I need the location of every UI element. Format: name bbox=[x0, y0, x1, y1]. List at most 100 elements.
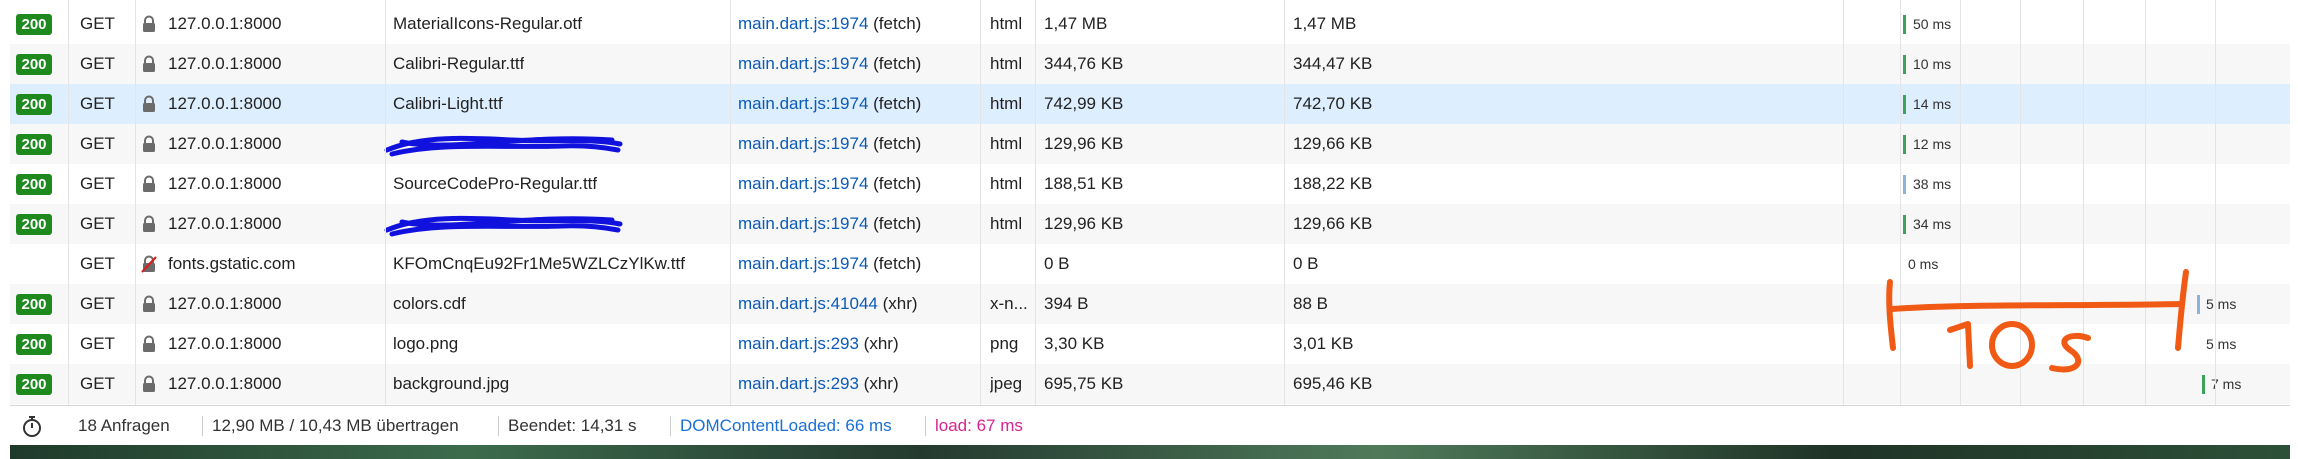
status-separator bbox=[670, 416, 671, 436]
resource-size: 129,66 KB bbox=[1293, 134, 1373, 153]
initiator-link[interactable]: main.dart.js:1974 bbox=[738, 174, 868, 193]
domain: 127.0.0.1:8000 bbox=[168, 94, 282, 113]
initiator: main.dart.js:41044 (xhr) bbox=[738, 284, 918, 324]
file-name[interactable]: Calibri-Light.ttf bbox=[393, 84, 503, 124]
transferred-size: 394 B bbox=[1044, 294, 1089, 313]
method: GET bbox=[80, 134, 115, 153]
lock-icon bbox=[140, 15, 158, 33]
request-row[interactable]: 200 GET 127.0.0.1:8000 MaterialIcons-Regula… bbox=[10, 4, 2290, 44]
timing-label: 5 ms bbox=[2206, 336, 2237, 352]
status-code-badge: 200 bbox=[16, 334, 52, 355]
method: GET bbox=[80, 254, 115, 273]
column-divider bbox=[68, 0, 69, 405]
initiator-kind: (fetch) bbox=[868, 134, 922, 153]
background-page-strip bbox=[10, 445, 2290, 459]
content-type: html bbox=[990, 94, 1023, 113]
request-row[interactable]: 200 GET 127.0.0.1:8000 background.jpg main.d… bbox=[10, 364, 2290, 404]
method: GET bbox=[80, 54, 115, 73]
waterfall-bar bbox=[2197, 295, 2200, 314]
stopwatch-icon[interactable] bbox=[20, 414, 44, 438]
waterfall-bar bbox=[1903, 215, 1906, 234]
resource-size: 344,47 KB bbox=[1293, 54, 1373, 73]
request-row[interactable]: 200 GET 127.0.0.1:8000 Calibri-Regular.ttf m… bbox=[10, 44, 2290, 84]
file-name[interactable]: SourceCodePro-Regular.ttf bbox=[393, 164, 597, 204]
domain: 127.0.0.1:8000 bbox=[168, 374, 282, 393]
resource-size: 1,47 MB bbox=[1293, 14, 1357, 33]
initiator-link[interactable]: main.dart.js:293 bbox=[738, 334, 859, 353]
initiator-kind: (fetch) bbox=[868, 94, 922, 113]
transferred-size: 0 B bbox=[1044, 254, 1070, 273]
request-row[interactable]: 200 GET 127.0.0.1:8000 main.dart.js:1974 (f… bbox=[10, 204, 2290, 244]
timing-label: 12 ms bbox=[1913, 136, 1952, 152]
timing-label: 50 ms bbox=[1913, 16, 1952, 32]
transferred-size: 129,96 KB bbox=[1044, 134, 1124, 153]
initiator: main.dart.js:1974 (fetch) bbox=[738, 4, 921, 44]
column-divider bbox=[1284, 0, 1285, 405]
file-name[interactable]: background.jpg bbox=[393, 364, 509, 404]
request-row[interactable]: 200 GET 127.0.0.1:8000 main.dart.js:1974 (f… bbox=[10, 124, 2290, 164]
domain: 127.0.0.1:8000 bbox=[168, 294, 282, 313]
resource-size: 742,70 KB bbox=[1293, 94, 1373, 113]
initiator: main.dart.js:1974 (fetch) bbox=[738, 204, 921, 244]
lock-icon bbox=[140, 375, 158, 393]
initiator-link[interactable]: main.dart.js:1974 bbox=[738, 94, 868, 113]
waterfall-bar bbox=[1903, 55, 1906, 74]
file-name[interactable]: Calibri-Regular.ttf bbox=[393, 44, 524, 84]
file-name[interactable]: KFOmCnqEu92Fr1Me5WZLCzYlKw.ttf bbox=[393, 244, 685, 284]
method: GET bbox=[80, 374, 115, 393]
initiator-link[interactable]: main.dart.js:1974 bbox=[738, 254, 868, 273]
initiator: main.dart.js:1974 (fetch) bbox=[738, 244, 921, 284]
network-status-bar: 18 Anfragen 12,90 MB / 10,43 MB übertrag… bbox=[10, 405, 2290, 446]
resource-size: 0 B bbox=[1293, 254, 1319, 273]
timing-label: 38 ms bbox=[1913, 176, 1952, 192]
waterfall-bar bbox=[1903, 15, 1906, 34]
initiator-link[interactable]: main.dart.js:1974 bbox=[738, 14, 868, 33]
initiator-kind: (xhr) bbox=[858, 334, 899, 353]
initiator-link[interactable]: main.dart.js:41044 bbox=[738, 294, 878, 313]
initiator-link[interactable]: main.dart.js:1974 bbox=[738, 214, 868, 233]
request-row[interactable]: 200 GET 127.0.0.1:8000 Calibri-Light.ttf mai… bbox=[10, 84, 2290, 124]
initiator-kind: (fetch) bbox=[868, 174, 922, 193]
content-type: x-n... bbox=[990, 294, 1028, 313]
request-count: 18 Anfragen bbox=[78, 416, 170, 435]
column-divider bbox=[2145, 0, 2146, 405]
resource-size: 88 B bbox=[1293, 294, 1328, 313]
domain: 127.0.0.1:8000 bbox=[168, 174, 282, 193]
status-separator bbox=[498, 416, 499, 436]
request-row[interactable]: GET fonts.gstatic.com KFOmCnqEu92Fr1Me5WZL… bbox=[10, 244, 2290, 284]
status-code-badge: 200 bbox=[16, 374, 52, 395]
request-row[interactable]: 200 GET 127.0.0.1:8000 SourceCodePro-Regula… bbox=[10, 164, 2290, 204]
transferred-size: 344,76 KB bbox=[1044, 54, 1124, 73]
file-name[interactable]: MaterialIcons-Regular.otf bbox=[393, 4, 582, 44]
initiator: main.dart.js:293 (xhr) bbox=[738, 364, 899, 404]
status-code-badge: 200 bbox=[16, 294, 52, 315]
status-code-badge: 200 bbox=[16, 214, 52, 235]
status-separator bbox=[202, 416, 203, 436]
initiator-kind: (xhr) bbox=[858, 374, 899, 393]
resource-size: 188,22 KB bbox=[1293, 174, 1373, 193]
insecure-lock-icon bbox=[140, 255, 158, 273]
domain: 127.0.0.1:8000 bbox=[168, 334, 282, 353]
domcontentloaded-time: DOMContentLoaded: 66 ms bbox=[680, 416, 892, 435]
initiator-link[interactable]: main.dart.js:1974 bbox=[738, 134, 868, 153]
timing-label: 10 ms bbox=[1913, 56, 1952, 72]
lock-icon bbox=[140, 335, 158, 353]
initiator-link[interactable]: main.dart.js:293 bbox=[738, 374, 859, 393]
request-row[interactable]: 200 GET 127.0.0.1:8000 logo.png main.dart.js… bbox=[10, 324, 2290, 364]
timing-label: 0 ms bbox=[1908, 256, 1939, 272]
file-name[interactable]: colors.cdf bbox=[393, 284, 466, 324]
initiator-kind: (fetch) bbox=[868, 254, 922, 273]
request-row[interactable]: 200 GET 127.0.0.1:8000 colors.cdf main.dart.… bbox=[10, 284, 2290, 324]
file-name[interactable]: logo.png bbox=[393, 324, 458, 364]
content-type: html bbox=[990, 214, 1023, 233]
waterfall-bar bbox=[1903, 135, 1906, 154]
timing-label: 14 ms bbox=[1913, 96, 1952, 112]
content-type: html bbox=[990, 174, 1023, 193]
column-divider bbox=[1960, 0, 1961, 405]
method: GET bbox=[80, 14, 115, 33]
initiator: main.dart.js:1974 (fetch) bbox=[738, 124, 921, 164]
network-panel: 200 GET 127.0.0.1:8000 MaterialIcons-Regula… bbox=[10, 0, 2290, 446]
column-divider bbox=[1035, 0, 1036, 405]
initiator-link[interactable]: main.dart.js:1974 bbox=[738, 54, 868, 73]
status-code-badge: 200 bbox=[16, 14, 52, 35]
